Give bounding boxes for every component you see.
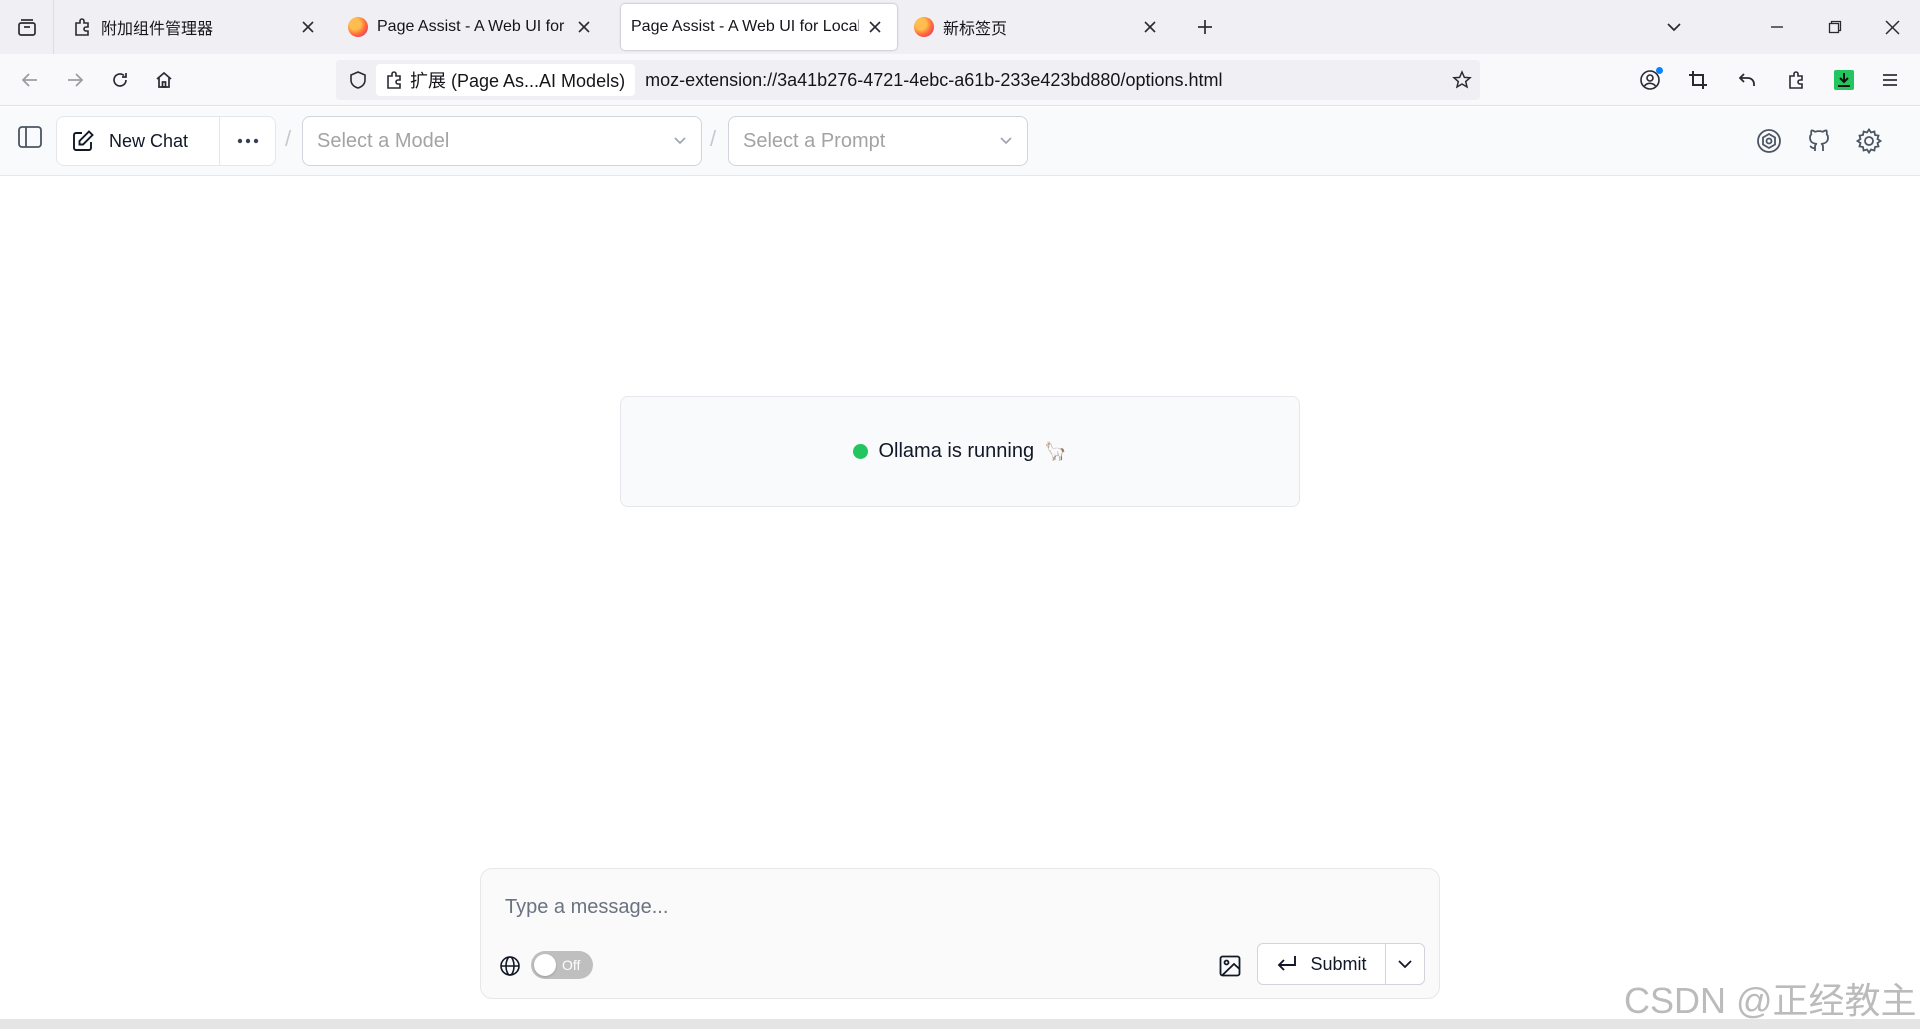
toggle-knob	[534, 954, 556, 976]
prompt-select[interactable]: Select a Prompt	[728, 116, 1028, 166]
submit-button[interactable]: Submit	[1258, 944, 1386, 984]
sidebar-toggle-button[interactable]	[14, 121, 46, 153]
close-icon[interactable]	[298, 17, 318, 37]
arrow-right-icon	[65, 70, 85, 90]
puzzle-icon	[1786, 70, 1806, 90]
crop-button[interactable]	[1679, 61, 1717, 99]
star-icon[interactable]	[1444, 60, 1480, 100]
message-input[interactable]	[505, 891, 1405, 923]
tab-label: Page Assist - A Web UI for Local	[631, 18, 859, 35]
globe-icon	[497, 953, 523, 979]
status-text: Ollama is running	[878, 440, 1035, 462]
chevron-down-icon	[673, 134, 687, 148]
tab-new-tab[interactable]: 新标签页	[902, 4, 1172, 50]
tab-overview-button[interactable]	[0, 0, 54, 54]
tab-label: 附加组件管理器	[101, 21, 214, 38]
undo-icon	[1737, 70, 1757, 90]
close-icon[interactable]	[1140, 17, 1160, 37]
close-icon[interactable]	[574, 17, 594, 37]
close-icon	[1884, 19, 1900, 35]
restore-icon	[1828, 20, 1842, 34]
home-icon	[154, 70, 174, 90]
app-header: New Chat / Select a Model / Select a Pro…	[0, 107, 1920, 176]
breadcrumb-separator: /	[710, 126, 717, 151]
tab-addons-manager[interactable]: 附加组件管理器	[60, 4, 330, 50]
app-menu-button[interactable]	[1871, 61, 1909, 99]
github-icon	[1805, 127, 1833, 155]
more-options-button[interactable]	[220, 117, 275, 165]
reload-button[interactable]	[101, 61, 139, 99]
address-bar[interactable]: 扩展 (Page As...AI Models) moz-extension:/…	[336, 60, 1480, 100]
crop-icon	[1688, 70, 1708, 90]
back-button[interactable]	[11, 61, 49, 99]
edit-icon	[71, 129, 95, 153]
identity-label: 扩展 (Page As...AI Models)	[410, 71, 626, 91]
bottom-strip	[0, 1019, 1920, 1029]
plus-icon	[1196, 18, 1214, 36]
puzzle-icon	[384, 70, 404, 90]
prompt-select-placeholder: Select a Prompt	[743, 129, 886, 152]
ellipsis-icon	[237, 138, 259, 144]
tabs-list-icon	[16, 16, 38, 38]
submit-options-dropdown[interactable]	[1386, 944, 1424, 984]
chat-actions-group: New Chat	[56, 116, 276, 166]
list-all-tabs-button[interactable]	[1655, 8, 1693, 46]
extensions-button[interactable]	[1777, 61, 1815, 99]
enter-icon	[1276, 954, 1298, 974]
image-icon	[1218, 954, 1242, 978]
upload-image-button[interactable]	[1213, 949, 1247, 983]
new-chat-label: New Chat	[109, 130, 189, 151]
breadcrumb-separator: /	[285, 126, 292, 151]
home-button[interactable]	[145, 61, 183, 99]
navigation-bar: 扩展 (Page As...AI Models) moz-extension:/…	[0, 54, 1920, 106]
reload-icon	[110, 70, 130, 90]
window-close-button[interactable]	[1873, 8, 1911, 46]
tab-label: 新标签页	[943, 21, 1008, 38]
ollama-status-card: Ollama is running 🦙	[620, 396, 1300, 507]
submit-group: Submit	[1257, 943, 1425, 985]
url-text[interactable]: moz-extension://3a41b276-4721-4ebc-a61b-…	[645, 70, 1444, 91]
watermark: CSDN @正经教主	[1624, 980, 1917, 1021]
new-chat-button[interactable]: New Chat	[57, 117, 220, 165]
sidebar-icon	[17, 124, 43, 150]
openai-button[interactable]	[1749, 121, 1789, 161]
forward-button[interactable]	[56, 61, 94, 99]
firefox-icon	[348, 17, 368, 37]
minimize-icon	[1770, 20, 1784, 34]
tab-strip: 附加组件管理器 Page Assist - A Web UI for Lo Pa…	[0, 0, 1920, 54]
tab-label: Page Assist - A Web UI for Lo	[377, 18, 568, 35]
undo-button[interactable]	[1728, 61, 1766, 99]
arrow-left-icon	[20, 70, 40, 90]
gear-icon	[1855, 127, 1883, 155]
llama-icon: 🦙	[1044, 441, 1067, 461]
web-search-toggle[interactable]: Off	[531, 951, 593, 979]
account-button[interactable]	[1631, 61, 1669, 99]
download-icon	[1833, 69, 1855, 91]
chevron-down-icon	[1665, 18, 1683, 36]
chevron-down-icon	[1396, 955, 1414, 973]
tab-page-assist-1[interactable]: Page Assist - A Web UI for Lo	[336, 4, 606, 50]
minimize-button[interactable]	[1758, 8, 1796, 46]
shield-icon[interactable]	[340, 60, 376, 100]
puzzle-icon	[72, 17, 92, 37]
model-select-placeholder: Select a Model	[317, 129, 450, 152]
close-icon[interactable]	[865, 17, 885, 37]
hamburger-menu-icon	[1881, 71, 1899, 89]
restore-button[interactable]	[1816, 8, 1854, 46]
extension-identity-box[interactable]: 扩展 (Page As...AI Models)	[376, 64, 636, 96]
openai-icon	[1755, 127, 1783, 155]
toggle-label: Off	[562, 957, 581, 973]
tab-page-assist-active[interactable]: Page Assist - A Web UI for Local	[621, 4, 897, 50]
account-icon	[1639, 67, 1663, 91]
model-select[interactable]: Select a Model	[302, 116, 702, 166]
chevron-down-icon	[999, 134, 1013, 148]
message-composer: Off Submit	[480, 868, 1440, 999]
submit-label: Submit	[1310, 953, 1367, 974]
settings-button[interactable]	[1849, 121, 1889, 161]
github-button[interactable]	[1799, 121, 1839, 161]
status-indicator-dot	[853, 444, 869, 459]
downloads-button[interactable]	[1825, 61, 1863, 99]
new-tab-button[interactable]	[1186, 8, 1224, 46]
firefox-icon	[914, 17, 934, 37]
